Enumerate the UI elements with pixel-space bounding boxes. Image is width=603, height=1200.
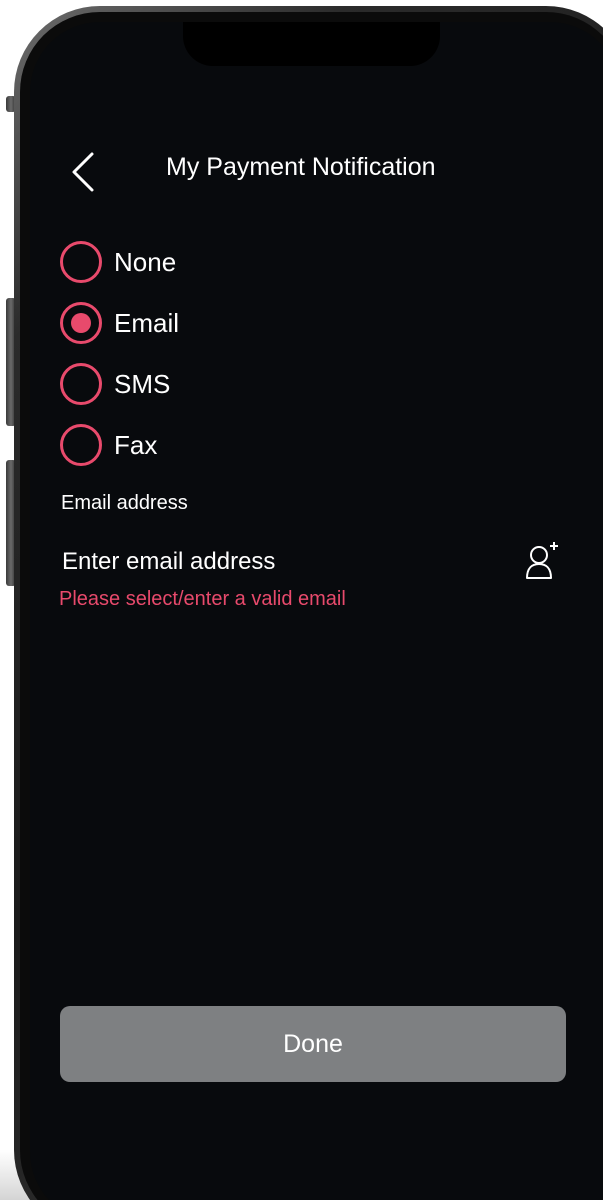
email-field-label: Email address: [61, 492, 188, 514]
radio-selected-dot: [71, 313, 91, 333]
radio-button[interactable]: [60, 241, 102, 283]
add-contact-icon: [526, 542, 558, 579]
chevron-left-icon: [72, 152, 94, 192]
page-title: My Payment Notification: [166, 153, 436, 181]
radio-label: Email: [114, 307, 180, 338]
radio-option-email[interactable]: Email: [60, 301, 179, 345]
radio-label: Fax: [114, 429, 158, 460]
email-error-message: Please select/enter a valid email: [59, 588, 346, 610]
email-field[interactable]: [60, 542, 504, 582]
notification-radio-group: None Email SMS Fax: [60, 240, 179, 484]
radio-label: None: [114, 246, 177, 277]
add-contact-button[interactable]: [522, 538, 562, 582]
device-mockup: My Payment Notification None Email SMS F…: [0, 0, 603, 1200]
radio-button[interactable]: [60, 424, 102, 466]
radio-button[interactable]: [60, 363, 102, 405]
radio-option-sms[interactable]: SMS: [60, 362, 179, 406]
done-button[interactable]: Done: [60, 1006, 566, 1082]
phone-screen: My Payment Notification None Email SMS F…: [30, 22, 603, 1200]
radio-option-fax[interactable]: Fax: [60, 423, 179, 467]
radio-label: SMS: [114, 368, 171, 399]
back-button[interactable]: [66, 150, 102, 194]
radio-option-none[interactable]: None: [60, 240, 179, 284]
radio-button-selected[interactable]: [60, 302, 102, 344]
notch: [183, 22, 440, 66]
